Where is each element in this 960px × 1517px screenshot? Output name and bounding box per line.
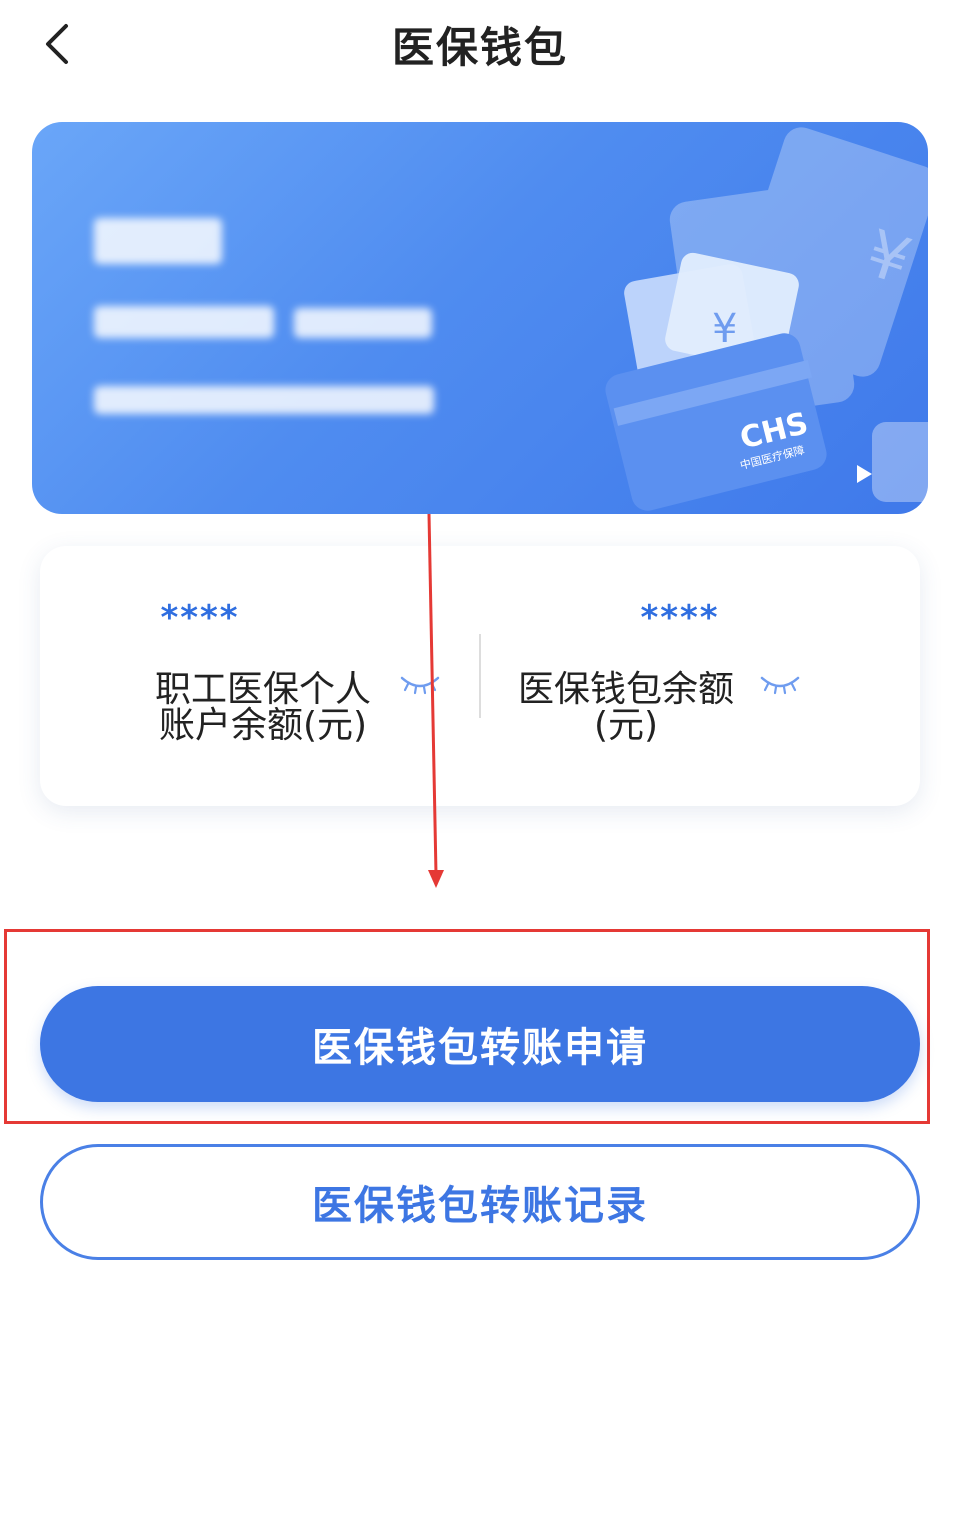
- app-header: 医保钱包: [0, 0, 960, 90]
- svg-text:¥: ¥: [712, 306, 737, 352]
- insurance-card[interactable]: ¥ ¥ CHS 中国医疗保障: [32, 122, 928, 514]
- annotation-arrow: [427, 513, 444, 888]
- label-line-1: 医保钱包余额: [517, 669, 734, 710]
- label-line-2: (元): [593, 705, 659, 746]
- wallet-balance-label: 医保钱包余额 (元): [512, 672, 740, 744]
- balance-panel: **** 职工医保个人 账户余额(元) **** 医保钱包余额 (元): [40, 546, 920, 806]
- wallet-illustration: ¥ ¥ CHS 中国医疗保障: [605, 127, 928, 511]
- card-id-suffix-blurred: [294, 308, 432, 338]
- transfer-apply-button[interactable]: 医保钱包转账申请: [40, 986, 920, 1102]
- personal-account-balance-value: ****: [160, 598, 240, 638]
- label-line-1: 职工医保个人: [154, 669, 371, 710]
- card-id-blurred: [94, 306, 274, 338]
- label-line-2: 账户余额(元): [158, 705, 368, 746]
- card-number-blurred: [94, 386, 434, 414]
- play-arrow-icon[interactable]: [852, 462, 876, 486]
- personal-account-balance: **** 职工医保个人 账户余额(元): [40, 546, 480, 806]
- transfer-records-button[interactable]: 医保钱包转账记录: [40, 1144, 920, 1260]
- eye-closed-icon[interactable]: [758, 672, 802, 696]
- personal-account-balance-label: 职工医保个人 账户余额(元): [152, 672, 374, 744]
- wallet-balance-value: ****: [640, 598, 720, 638]
- wallet-balance: **** 医保钱包余额 (元): [480, 546, 920, 806]
- card-holder-name-blurred: [94, 218, 222, 264]
- page-title: 医保钱包: [391, 23, 568, 72]
